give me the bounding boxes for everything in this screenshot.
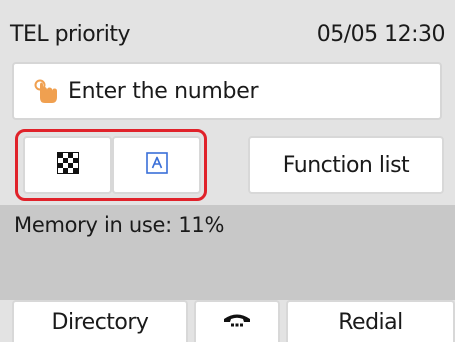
scan-settings-group bbox=[23, 136, 201, 194]
entry-placeholder: Enter the number bbox=[68, 78, 259, 104]
scan-contrast-icon bbox=[145, 152, 168, 178]
datetime: 05/05 12:30 bbox=[316, 21, 446, 47]
header: TEL priority 05/05 12:30 bbox=[10, 14, 446, 54]
hook-button[interactable] bbox=[194, 300, 280, 342]
redial-button[interactable]: Redial bbox=[286, 300, 455, 342]
touch-hand-icon bbox=[30, 75, 62, 107]
on-hook-dial-icon bbox=[222, 310, 252, 335]
resolution-button[interactable] bbox=[23, 136, 112, 194]
mode-label: TEL priority bbox=[10, 21, 130, 47]
function-list-button[interactable]: Function list bbox=[248, 136, 444, 194]
memory-usage-text: Memory in use: 11% bbox=[14, 213, 225, 237]
number-entry-field[interactable]: Enter the number bbox=[12, 62, 442, 120]
directory-button[interactable]: Directory bbox=[12, 300, 188, 342]
scan-contrast-button[interactable] bbox=[112, 136, 201, 194]
resolution-icon bbox=[56, 152, 79, 178]
